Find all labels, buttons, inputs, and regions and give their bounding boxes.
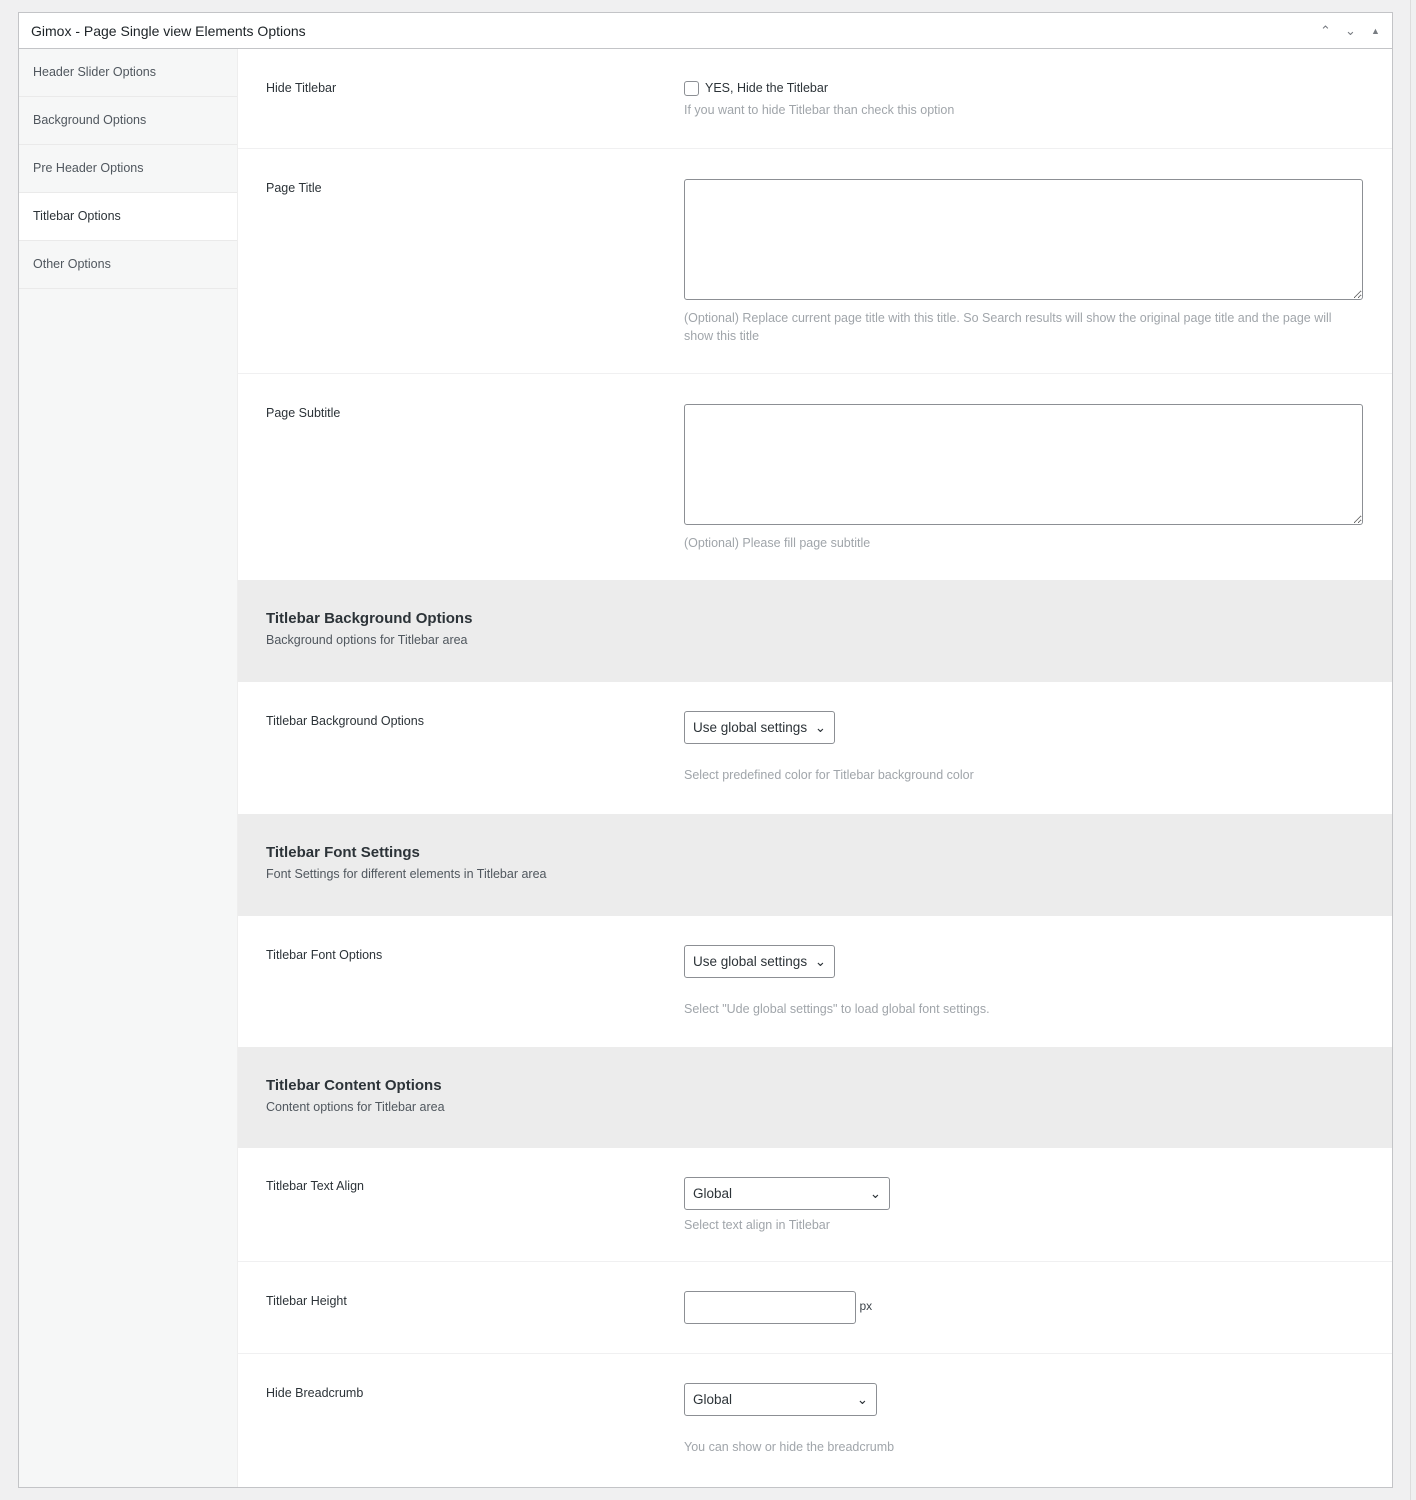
chevron-down-icon: ⌄ — [857, 1392, 868, 1408]
breadcrumb-row: Hide Breadcrumb Global ⌄ You can show or … — [238, 1354, 1392, 1486]
text-align-label: Titlebar Text Align — [266, 1179, 364, 1193]
hide-titlebar-control: YES, Hide the Titlebar If you want to hi… — [684, 81, 1363, 119]
chevron-down-icon: ⌄ — [815, 954, 826, 970]
main-content: Hide Titlebar YES, Hide the Titlebar If … — [238, 49, 1392, 1486]
section-titlebar-content: Titlebar Content Options Content options… — [238, 1047, 1392, 1148]
select-value: Global — [693, 1186, 732, 1201]
text-align-control: Global ⌄ Select text align in Titlebar — [684, 1177, 1363, 1234]
breadcrumb-label: Hide Breadcrumb — [266, 1386, 363, 1400]
panel-header: Gimox - Page Single view Elements Option… — [19, 13, 1392, 49]
select-value: Use global settings — [693, 954, 807, 969]
hide-titlebar-desc: If you want to hide Titlebar than check … — [684, 101, 1363, 119]
select-value: Use global settings — [693, 720, 807, 735]
select-value: Global — [693, 1392, 732, 1407]
section-subtitle: Content options for Titlebar area — [266, 1100, 1364, 1114]
section-titlebar-font: Titlebar Font Settings Font Settings for… — [238, 814, 1392, 916]
sidebar: Header Slider Options Background Options… — [19, 49, 238, 1487]
sidebar-item-titlebar[interactable]: Titlebar Options — [19, 193, 237, 241]
chevron-down-icon: ⌄ — [815, 720, 826, 736]
section-title: Titlebar Content Options — [266, 1077, 1364, 1094]
page-title-control: (Optional) Replace current page title wi… — [684, 179, 1363, 345]
height-row: Titlebar Height px — [238, 1262, 1392, 1354]
bg-options-control: Use global settings ⌄ Select predefined c… — [684, 711, 1363, 784]
move-down-icon[interactable]: ⌄ — [1338, 23, 1363, 39]
height-label: Titlebar Height — [266, 1294, 347, 1308]
bg-options-desc: Select predefined color for Titlebar bac… — [684, 766, 1363, 784]
height-control: px — [684, 1291, 1363, 1324]
page-title-label: Page Title — [266, 181, 322, 195]
breadcrumb-desc: You can show or hide the breadcrumb — [684, 1438, 1363, 1456]
text-align-select[interactable]: Global ⌄ — [684, 1177, 890, 1210]
options-panel: Gimox - Page Single view Elements Option… — [18, 12, 1393, 1488]
chevron-down-icon: ⌄ — [870, 1186, 881, 1202]
font-options-desc: Select "Ude global settings" to load glo… — [684, 1000, 1363, 1018]
breadcrumb-control: Global ⌄ You can show or hide the breadcr… — [684, 1383, 1363, 1456]
font-options-control: Use global settings ⌄ Select "Ude global … — [684, 945, 1363, 1018]
sidebar-item-pre-header[interactable]: Pre Header Options — [19, 145, 237, 193]
hide-titlebar-checkbox-label[interactable]: YES, Hide the Titlebar — [684, 81, 828, 95]
hide-titlebar-checkbox[interactable] — [684, 81, 699, 96]
hide-titlebar-row: Hide Titlebar YES, Hide the Titlebar If … — [238, 49, 1392, 149]
section-title: Titlebar Font Settings — [266, 844, 1364, 861]
page-subtitle-input[interactable] — [684, 404, 1363, 525]
sidebar-item-background[interactable]: Background Options — [19, 97, 237, 145]
move-up-icon[interactable]: ⌃ — [1313, 23, 1338, 39]
collapse-toggle-icon[interactable]: ▲ — [1363, 26, 1388, 36]
page-subtitle-row: Page Subtitle (Optional) Please fill pag… — [238, 374, 1392, 580]
page-title-desc: (Optional) Replace current page title wi… — [684, 309, 1363, 345]
page-title-row: Page Title (Optional) Replace current pa… — [238, 149, 1392, 374]
page-title-input[interactable] — [684, 179, 1363, 300]
page-subtitle-desc: (Optional) Please fill page subtitle — [684, 534, 1363, 552]
text-align-desc: Select text align in Titlebar — [684, 1216, 1363, 1234]
section-titlebar-background: Titlebar Background Options Background o… — [238, 580, 1392, 682]
panel-title: Gimox - Page Single view Elements Option… — [31, 23, 1313, 39]
page-subtitle-control: (Optional) Please fill page subtitle — [684, 404, 1363, 552]
checkbox-text: YES, Hide the Titlebar — [705, 81, 828, 95]
height-unit: px — [859, 1299, 872, 1313]
bg-options-row: Titlebar Background Options Use global s… — [238, 682, 1392, 814]
bg-options-label: Titlebar Background Options — [266, 714, 424, 728]
section-subtitle: Background options for Titlebar area — [266, 633, 1364, 647]
hide-titlebar-label: Hide Titlebar — [266, 81, 336, 95]
font-options-label: Titlebar Font Options — [266, 948, 382, 962]
height-input[interactable] — [684, 1291, 856, 1324]
breadcrumb-select[interactable]: Global ⌄ — [684, 1383, 877, 1416]
page-subtitle-label: Page Subtitle — [266, 406, 340, 420]
section-subtitle: Font Settings for different elements in … — [266, 867, 1364, 881]
bg-options-select[interactable]: Use global settings ⌄ — [684, 711, 835, 744]
sidebar-item-header-slider[interactable]: Header Slider Options — [19, 49, 237, 97]
text-align-row: Titlebar Text Align Global ⌄ Select text … — [238, 1148, 1392, 1262]
scrollbar[interactable] — [1410, 0, 1416, 1500]
section-title: Titlebar Background Options — [266, 610, 1364, 627]
font-options-row: Titlebar Font Options Use global setting… — [238, 916, 1392, 1047]
sidebar-item-other[interactable]: Other Options — [19, 241, 237, 289]
font-options-select[interactable]: Use global settings ⌄ — [684, 945, 835, 978]
